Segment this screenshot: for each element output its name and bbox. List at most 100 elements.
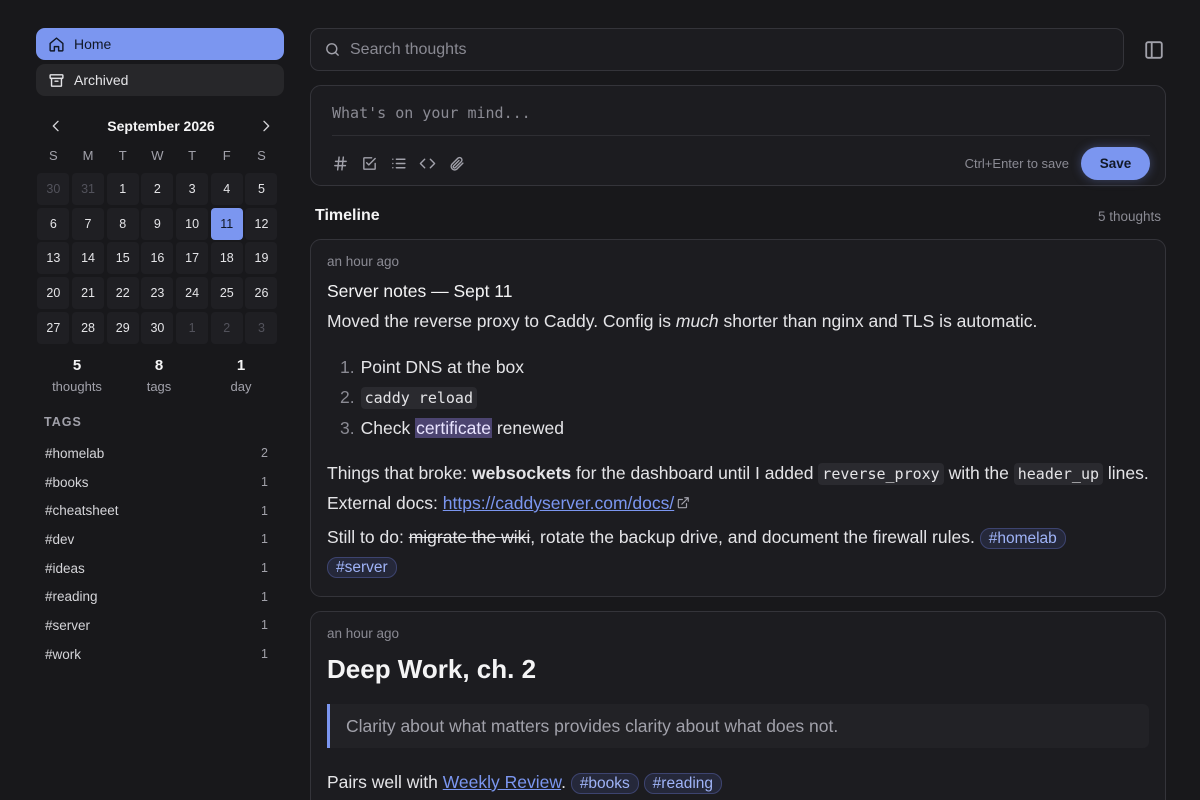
calendar-day[interactable]: 9 [141,207,174,240]
tag-item-books[interactable]: #books 1 [36,468,276,497]
note-timestamp: an hour ago [327,254,400,269]
paperclip-icon[interactable] [448,155,465,172]
calendar-day[interactable]: 3 [176,173,209,206]
search-box[interactable] [310,28,1124,71]
calendar-day[interactable]: 30 [37,173,70,206]
calendar-day[interactable]: 3 [245,311,278,344]
calendar-day[interactable]: 7 [72,207,105,240]
stat-tags-count: 8 [154,356,164,374]
tag-count: 1 [261,647,268,662]
inline-code: reverse_proxy [818,463,944,485]
calendar-header: September 2026 [36,116,282,136]
tag-item-work[interactable]: #work 1 [36,640,276,669]
calendar-day[interactable]: 18 [210,242,243,275]
note-paragraph: Moved the reverse proxy to Caddy. Config… [327,307,1149,336]
calendar-day[interactable]: 15 [106,242,139,275]
stat-tags-label: tags [146,378,172,394]
tag-chip-homelab[interactable]: #homelab [979,528,1066,549]
calendar-day[interactable]: 8 [106,207,139,240]
calendar-day[interactable]: 5 [245,173,278,206]
chevron-left-icon[interactable] [48,118,64,134]
list-icon[interactable] [390,155,407,172]
calendar-day[interactable]: 16 [141,242,174,275]
calendar-day[interactable]: 19 [245,242,278,275]
calendar-day[interactable]: 29 [106,311,139,344]
calendar-day[interactable]: 23 [141,277,174,310]
calendar-day[interactable]: 17 [176,242,209,275]
calendar-day-selected[interactable]: 11 [210,207,243,240]
note-card: an hour ago Deep Work, ch. 2 Clarity abo… [310,611,1166,800]
text: with the [943,463,1014,483]
external-link[interactable]: https://caddyserver.com/docs/ [443,493,675,513]
calendar-day[interactable]: 28 [72,311,105,344]
composer-toolbar: Ctrl+Enter to save Save [332,139,1150,187]
sidebar: Home Archived September 2026 SMTWTFS 30 3… [36,28,284,668]
calendar-day[interactable]: 21 [72,277,105,310]
calendar-day[interactable]: 4 [210,173,243,206]
text: Pairs well with [327,772,443,792]
calendar-day[interactable]: 13 [37,242,70,275]
calendar-day[interactable]: 22 [106,277,139,310]
list-text: renewed [491,418,564,438]
calendar-day[interactable]: 30 [141,311,174,344]
calendar-weekdays: SMTWTFS [36,144,282,168]
code-icon[interactable] [419,155,436,172]
sidebar-toggle-icon[interactable] [1143,39,1165,61]
list-item: 3. Check certificate renewed [340,413,1149,443]
tag-item-cheatsheet[interactable]: #cheatsheet 1 [36,496,276,525]
calendar-day[interactable]: 26 [245,277,278,310]
calendar-day[interactable]: 24 [176,277,209,310]
tag-count: 1 [261,618,268,633]
note-paragraph: Pairs well with Weekly Review. #books #r… [327,768,1149,797]
calendar-day[interactable]: 1 [176,311,209,344]
tag-chip-books[interactable]: #books [570,773,639,794]
calendar-weekday: F [222,148,231,163]
calendar-weekday: M [82,148,94,163]
tag-item-dev[interactable]: #dev 1 [36,525,276,554]
tags-heading: TAGS [44,414,82,429]
calendar-day[interactable]: 12 [245,207,278,240]
calendar-weekday: S [49,148,58,163]
calendar-day[interactable]: 25 [210,277,243,310]
tag-chip-server[interactable]: #server [327,557,397,578]
tag-count: 1 [261,589,268,604]
list-item: 1. Point DNS at the box [340,352,1149,382]
calendar-day[interactable]: 2 [141,173,174,206]
nav-home-button[interactable]: Home [36,28,284,60]
internal-link[interactable]: Weekly Review [443,772,561,792]
tag-item-reading[interactable]: #reading 1 [36,582,276,611]
calendar-day[interactable]: 20 [37,277,70,310]
calendar-day[interactable]: 10 [176,207,209,240]
composer: Ctrl+Enter to save Save [310,85,1166,186]
tag-name: #reading [45,589,98,605]
checkbox-icon[interactable] [361,155,378,172]
save-button[interactable]: Save [1081,146,1150,180]
calendar-day[interactable]: 31 [72,173,105,206]
text: , rotate the backup drive, and document … [530,527,980,547]
emphasis-text: much [675,311,719,331]
top-bar [310,28,1166,71]
main-content: Ctrl+Enter to save Save Timeline 5 thoug… [310,28,1166,800]
calendar-weekday: T [188,148,197,163]
nav-archived-button[interactable]: Archived [36,64,284,96]
search-input[interactable] [350,40,1050,59]
calendar-day[interactable]: 1 [106,173,139,206]
stat-days: 1 day [200,355,282,397]
composer-input[interactable] [332,86,1150,136]
tag-chip-reading[interactable]: #reading [643,773,722,794]
tag-count: 1 [261,532,268,547]
calendar-day[interactable]: 27 [37,311,70,344]
tag-item-server[interactable]: #server 1 [36,611,276,640]
hashtag-icon[interactable] [332,155,349,172]
tag-item-ideas[interactable]: #ideas 1 [36,554,276,583]
stat-tags: 8 tags [118,355,200,397]
inline-code: header_up [1013,463,1104,485]
calendar-day[interactable]: 2 [210,311,243,344]
calendar-day[interactable]: 14 [72,242,105,275]
tag-item-homelab[interactable]: #homelab 2 [36,439,276,468]
external-link-icon [678,497,690,509]
tag-name: #work [45,646,82,662]
chevron-right-icon[interactable] [258,118,274,134]
calendar-day[interactable]: 6 [37,207,70,240]
list-text: Check [360,418,416,438]
